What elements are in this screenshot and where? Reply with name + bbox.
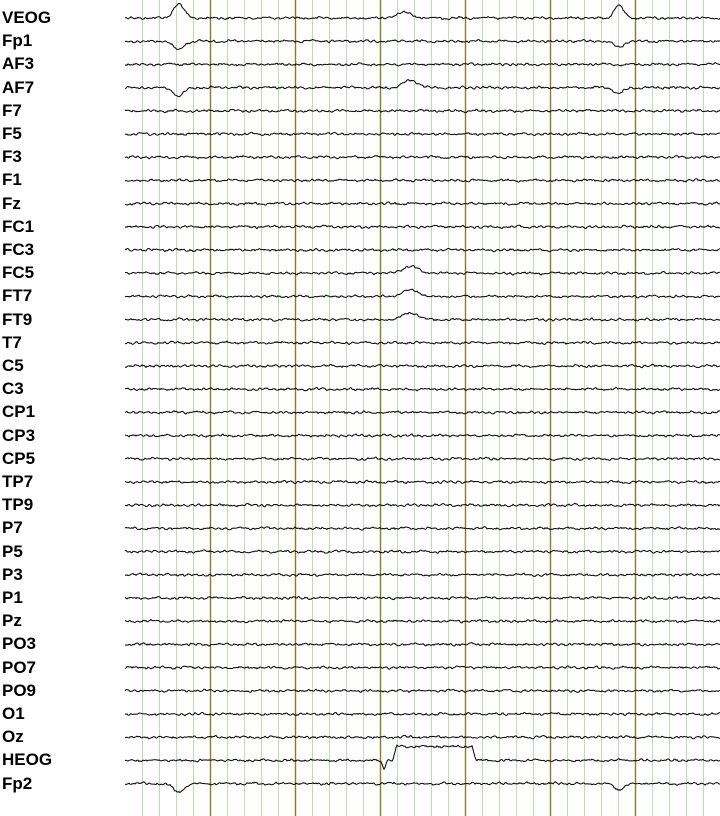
trace-f5 [124, 131, 720, 137]
channel-label-f5[interactable]: F5 [2, 125, 22, 143]
trace-fc5 [124, 264, 720, 276]
trace-po7 [124, 665, 720, 670]
trace-po9 [124, 688, 720, 694]
channel-label-po9[interactable]: PO9 [2, 681, 36, 700]
trace-af3 [124, 62, 720, 67]
channel-labels: VEOG Fp1 AF3 AF7 F7 F5 F3 F1 Fz FC1 FC3 FC5 FT7 FT9 T7… [0, 0, 120, 816]
channel-label-c3[interactable]: C3 [2, 380, 24, 398]
trace-fz [124, 201, 720, 206]
channel-label-fc5[interactable]: FC5 [2, 264, 34, 282]
trace-f7 [124, 108, 720, 114]
channel-label-p1[interactable]: P1 [2, 589, 23, 607]
trace-fp1 [124, 38, 720, 51]
trace-fp2 [124, 781, 720, 794]
channel-label-fp2[interactable]: Fp2 [2, 774, 32, 793]
trace-t7 [124, 340, 720, 346]
trace-heog [124, 744, 720, 771]
channel-label-cp5[interactable]: CP5 [2, 449, 35, 468]
trace-p7 [124, 526, 720, 531]
trace-pz [124, 618, 720, 624]
trace-f3 [124, 155, 720, 160]
channel-label-p3[interactable]: P3 [2, 565, 23, 584]
eeg-viewer: VEOG Fp1 AF3 AF7 F7 F5 F3 F1 Fz FC1 FC3 FC5 FT7 FT9 T7… [0, 0, 720, 816]
trace-af7 [124, 79, 720, 98]
channel-label-ft9[interactable]: FT9 [2, 310, 32, 329]
trace-o1 [124, 711, 720, 717]
trace-veog [124, 2, 720, 21]
trace-ft9 [124, 312, 720, 322]
trace-p5 [124, 549, 720, 554]
trace-p1 [124, 595, 720, 601]
channel-label-pz[interactable]: Pz [2, 612, 22, 630]
channel-label-tp7[interactable]: TP7 [2, 473, 33, 491]
channel-label-o1[interactable]: O1 [2, 705, 25, 723]
channel-label-f1[interactable]: F1 [2, 171, 22, 189]
trace-cp1 [124, 410, 720, 415]
channel-label-t7[interactable]: T7 [2, 333, 22, 352]
trace-tp9 [124, 502, 720, 508]
channel-label-af3[interactable]: AF3 [2, 55, 34, 73]
trace-fc3 [124, 247, 720, 253]
trace-c3 [124, 386, 720, 392]
channel-label-f3[interactable]: F3 [2, 148, 22, 166]
channel-label-f7[interactable]: F7 [2, 101, 22, 120]
channel-label-po7[interactable]: PO7 [2, 658, 36, 677]
channel-label-tp9[interactable]: TP9 [2, 496, 33, 514]
channel-label-cp1[interactable]: CP1 [2, 403, 35, 421]
channel-label-af7[interactable]: AF7 [2, 78, 34, 97]
channel-label-fz[interactable]: Fz [2, 194, 21, 213]
channel-label-po3[interactable]: PO3 [2, 635, 36, 653]
channel-label-fp1[interactable]: Fp1 [2, 32, 32, 50]
channel-label-fc3[interactable]: FC3 [2, 241, 34, 259]
trace-ft7 [124, 288, 720, 299]
trace-cp3 [124, 433, 720, 438]
channel-label-heog[interactable]: HEOG [2, 751, 52, 769]
trace-f1 [124, 178, 720, 183]
trace-c5 [124, 363, 720, 369]
trace-cp5 [124, 456, 720, 462]
channel-label-ft7[interactable]: FT7 [2, 287, 32, 305]
channel-label-p5[interactable]: P5 [2, 542, 23, 561]
channel-label-p7[interactable]: P7 [2, 519, 23, 537]
trace-po3 [124, 642, 720, 647]
trace-oz [124, 734, 720, 740]
channel-label-veog[interactable]: VEOG [2, 9, 51, 27]
channel-label-cp3[interactable]: CP3 [2, 426, 35, 445]
trace-p3 [125, 572, 720, 578]
channel-label-fc1[interactable]: FC1 [2, 217, 34, 236]
channel-label-c5[interactable]: C5 [2, 357, 24, 375]
trace-fc1 [124, 224, 720, 230]
trace-tp7 [124, 479, 720, 485]
channel-label-oz[interactable]: Oz [2, 728, 24, 746]
